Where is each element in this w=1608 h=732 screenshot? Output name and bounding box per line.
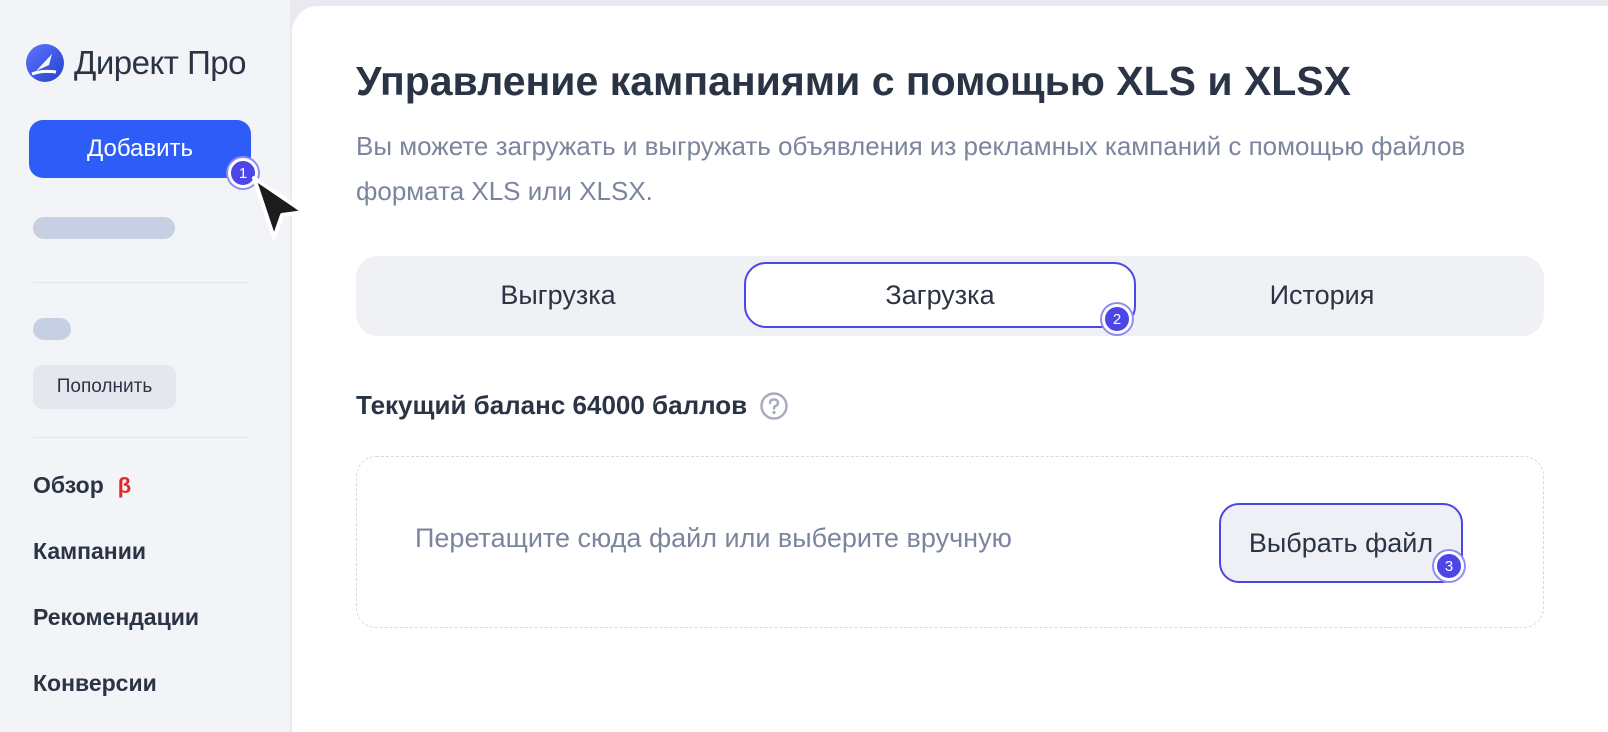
add-button[interactable]: Добавить <box>29 120 251 178</box>
sidebar-item-overview[interactable]: Обзор β <box>33 472 131 499</box>
tab-history[interactable]: История <box>1126 262 1518 328</box>
skeleton-placeholder <box>33 318 71 340</box>
topup-button[interactable]: Пополнить <box>33 365 176 409</box>
balance-text: Текущий баланс 64000 баллов <box>356 390 748 420</box>
mouse-pointer-icon <box>252 176 306 240</box>
tab-import[interactable]: Загрузка <box>744 262 1136 328</box>
divider <box>33 437 248 438</box>
direct-logo-icon <box>26 44 64 82</box>
logo-text: Директ Про <box>74 44 247 81</box>
step-marker: 2 <box>1102 304 1132 334</box>
logo[interactable]: Директ Про <box>26 44 247 82</box>
sidebar-item-recommendations[interactable]: Рекомендации <box>33 604 199 631</box>
sidebar-item-label: Обзор <box>33 472 104 498</box>
file-dropzone[interactable]: Перетащите сюда файл или выберите вручну… <box>356 456 1544 628</box>
dropzone-hint: Перетащите сюда файл или выберите вручну… <box>415 523 1012 553</box>
sidebar-item-campaigns[interactable]: Кампании <box>33 538 146 565</box>
balance: Текущий баланс 64000 баллов <box>356 390 789 421</box>
tab-export[interactable]: Выгрузка <box>362 262 754 328</box>
page-title: Управление кампаниями с помощью XLS и XL… <box>356 58 1352 104</box>
divider <box>33 282 248 283</box>
tabs: Выгрузка Загрузка История <box>356 256 1544 336</box>
sidebar: Директ Про Добавить Пополнить Обзор β Кам… <box>0 0 290 732</box>
main-content: Управление кампаниями с помощью XLS и XL… <box>292 6 1608 732</box>
page-description: Вы можете загружать и выгружать объявлен… <box>356 131 1466 206</box>
sidebar-item-conversions[interactable]: Конверсии <box>33 670 157 697</box>
beta-badge: β <box>117 473 132 498</box>
step-marker: 3 <box>1434 551 1464 581</box>
choose-file-button[interactable]: Выбрать файл <box>1219 503 1463 583</box>
question-circle-icon[interactable] <box>759 391 789 421</box>
skeleton-placeholder <box>33 217 175 239</box>
